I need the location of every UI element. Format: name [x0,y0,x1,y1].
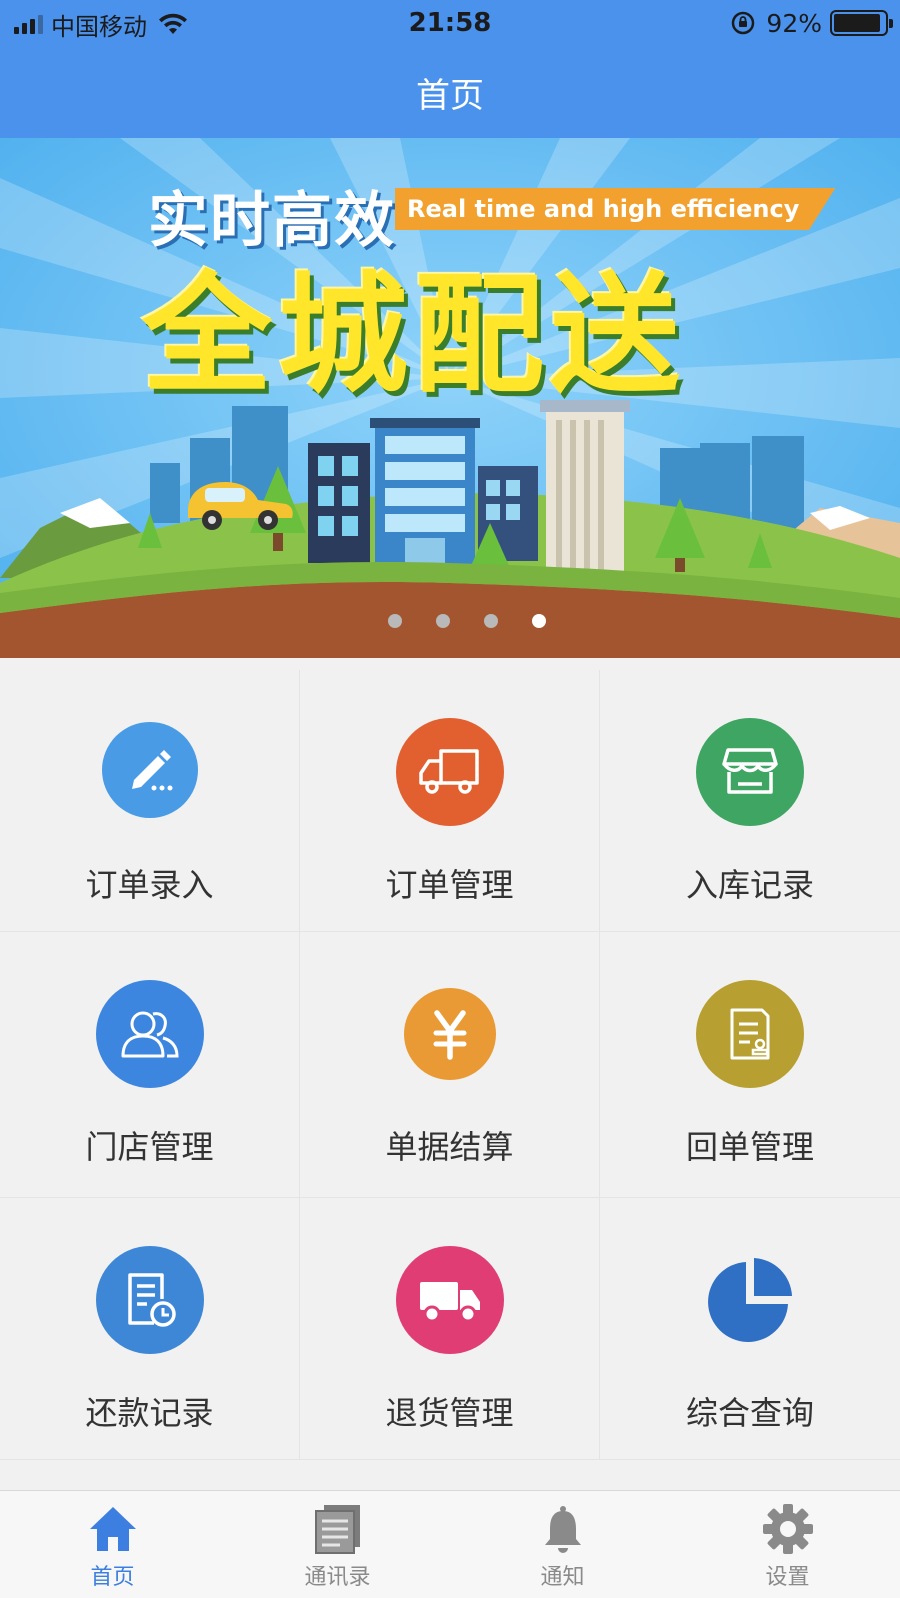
battery-icon [830,10,893,36]
bell-icon [544,1506,581,1553]
document-clock-icon [95,1246,204,1354]
grid-item-inbound-records[interactable]: 入库记录 [600,670,900,932]
grid-item-order-management[interactable]: 订单管理 [300,670,600,932]
tab-notifications[interactable]: 通知 [450,1491,675,1598]
truck-outline-icon [395,718,504,826]
grid-item-label: 回单管理 [685,1128,814,1166]
tab-label: 设置 [765,1565,810,1590]
banner-carousel[interactable]: 实时高效 Real time and high efficiency 全城配送 [0,138,900,658]
carousel-indicator[interactable] [0,614,900,628]
home-screen: 中国移动 21:58 92% 首页 实时高效 Real time and hig… [0,0,900,1598]
grid-item-bill-settlement[interactable]: 单据结算 [300,932,600,1198]
carousel-dot[interactable] [532,614,546,628]
battery-percent: 92% [766,8,822,38]
pencil-icon [101,722,198,818]
users-icon [95,980,204,1088]
function-grid: 订单录入 订单管理 入库记录 门店管理 单据结算 回单管理 还款记录 退货管理 … [0,670,900,1490]
carousel-dot[interactable] [436,614,450,628]
tab-label: 通讯录 [304,1565,371,1590]
grid-item-return-management[interactable]: 退货管理 [300,1198,600,1460]
gear-icon [762,1504,813,1554]
status-bar: 中国移动 21:58 92% [0,0,900,48]
tab-label: 首页 [90,1565,135,1590]
tab-contacts[interactable]: 通讯录 [225,1491,450,1598]
grid-item-label: 单据结算 [385,1128,514,1166]
header: 中国移动 21:58 92% 首页 [0,0,900,138]
grid-item-label: 入库记录 [685,866,814,904]
store-icon [696,718,804,826]
grid-item-label: 订单管理 [385,866,514,904]
orientation-lock-icon [732,11,755,35]
pie-chart-icon [696,1246,804,1354]
carousel-dot[interactable] [484,614,498,628]
contacts-icon [314,1505,360,1554]
delivery-truck-icon [395,1246,504,1354]
grid-item-label: 退货管理 [385,1394,514,1432]
grid-item-label: 订单录入 [85,866,214,904]
carousel-dot[interactable] [388,614,402,628]
tab-label: 通知 [540,1565,585,1590]
home-icon [89,1507,136,1551]
grid-item-order-entry[interactable]: 订单录入 [0,670,300,932]
grid-item-label: 还款记录 [85,1394,214,1432]
grid-item-label: 综合查询 [685,1394,814,1432]
grid-item-comprehensive-query[interactable]: 综合查询 [600,1198,900,1460]
grid-item-label: 门店管理 [85,1128,214,1166]
grid-item-receipt-management[interactable]: 回单管理 [600,932,900,1198]
grid-item-store-management[interactable]: 门店管理 [0,932,300,1198]
tab-home[interactable]: 首页 [0,1491,225,1598]
banner-slogan: 全城配送 [142,259,687,411]
receipt-icon [696,980,804,1088]
banner-tagline: Real time and high efficiency [395,188,836,230]
bottom-tab-bar: 首页 通讯录 通知 设置 [0,1490,900,1598]
yen-icon [403,988,496,1080]
page-title: 首页 [416,76,484,116]
tab-settings[interactable]: 设置 [675,1491,900,1598]
grid-item-repayment-records[interactable]: 还款记录 [0,1198,300,1460]
